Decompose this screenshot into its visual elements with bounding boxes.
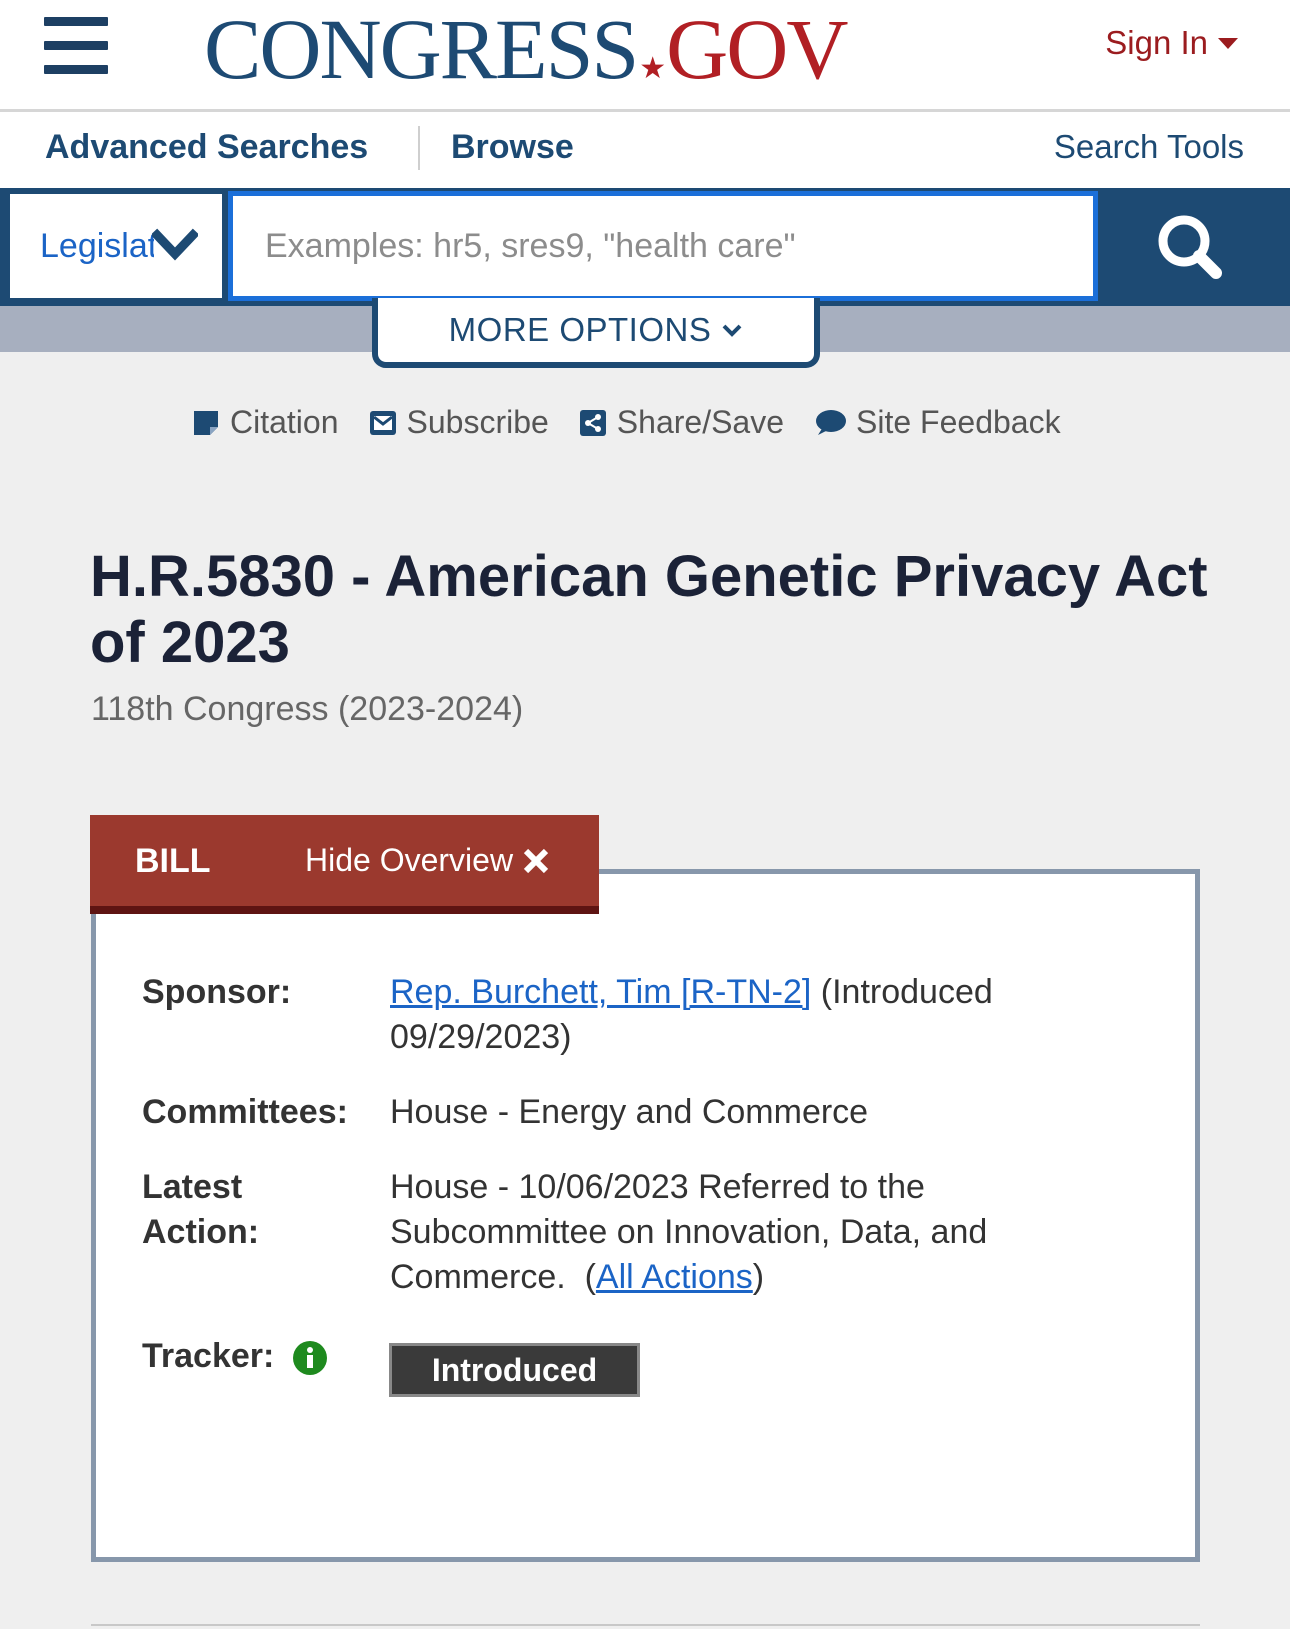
all-actions-link[interactable]: All Actions: [596, 1258, 753, 1296]
hide-overview-label: Hide Overview: [305, 842, 514, 878]
menu-icon[interactable]: [44, 17, 108, 74]
congress-session: 118th Congress (2023-2024): [91, 690, 524, 728]
committees-label: Committees:: [142, 1093, 348, 1131]
share-icon: [579, 409, 606, 436]
share-save-label: Share/Save: [616, 404, 785, 440]
citation-link[interactable]: Citation: [192, 404, 339, 441]
citation-label: Citation: [230, 404, 339, 440]
logo-star-icon: ★: [639, 52, 666, 85]
tracker-status-badge: Introduced: [389, 1343, 640, 1397]
envelope-icon: [369, 410, 396, 435]
utility-links: Citation Subscribe Share/Save Site Feedb…: [192, 404, 1061, 441]
section-divider: [91, 1624, 1200, 1626]
subscribe-link[interactable]: Subscribe: [369, 404, 549, 441]
close-icon: [523, 848, 549, 873]
search-icon[interactable]: [1140, 202, 1240, 292]
secondary-nav: Advanced Searches Browse Search Tools: [0, 112, 1290, 188]
sponsor-label: Sponsor:: [142, 973, 292, 1011]
logo-gov-text: GOV: [666, 1, 848, 97]
sponsor-link[interactable]: Rep. Burchett, Tim [R-TN-2]: [390, 973, 811, 1011]
speech-bubble-icon: [816, 409, 847, 435]
site-feedback-label: Site Feedback: [856, 404, 1061, 440]
tracker-label-wrap: Tracker:: [142, 1334, 382, 1379]
overview-tab: BILL Hide Overview: [90, 815, 599, 914]
site-logo[interactable]: CONGRESS ★ GOV: [204, 1, 848, 97]
search-scope-value: Legislation: [40, 226, 154, 265]
tracker-label: Tracker:: [142, 1337, 275, 1375]
caret-down-icon: [1218, 37, 1238, 49]
sign-in-button[interactable]: Sign In: [1105, 24, 1238, 62]
committees-value: House - Energy and Commerce: [390, 1093, 869, 1131]
nav-divider: [418, 126, 420, 170]
sponsor-value: Rep. Burchett, Tim [R-TN-2] (Introduced …: [390, 970, 1050, 1060]
sign-in-label: Sign In: [1105, 24, 1208, 61]
latest-action-value: House - 10/06/2023 Referred to the Subco…: [390, 1165, 1050, 1300]
subscribe-label: Subscribe: [406, 404, 549, 440]
latest-action-label: Latest Action:: [142, 1168, 260, 1251]
bill-tab-label: BILL: [135, 842, 211, 880]
chevron-down-icon: [722, 324, 742, 337]
site-header: CONGRESS ★ GOV Sign In: [0, 0, 1290, 112]
share-save-link[interactable]: Share/Save: [579, 404, 784, 441]
browse-link[interactable]: Browse: [451, 128, 574, 167]
chevron-down-icon: [152, 228, 198, 261]
search-input-box[interactable]: [228, 191, 1098, 301]
search-input[interactable]: [265, 226, 1093, 266]
search-scope-select[interactable]: Legislation: [10, 194, 222, 298]
more-options-label: MORE OPTIONS: [448, 311, 712, 348]
search-tools-link[interactable]: Search Tools: [1054, 128, 1244, 166]
info-icon[interactable]: [292, 1340, 328, 1376]
hide-overview-button[interactable]: Hide Overview: [305, 842, 549, 879]
latest-action-close: ): [752, 1258, 765, 1296]
more-options-button[interactable]: MORE OPTIONS: [372, 298, 820, 368]
page-title: H.R.5830 - American Genetic Privacy Act …: [90, 544, 1208, 675]
citation-icon: [194, 410, 218, 435]
site-feedback-link[interactable]: Site Feedback: [814, 404, 1061, 441]
advanced-searches-link[interactable]: Advanced Searches: [45, 128, 368, 167]
logo-congress-text: CONGRESS: [204, 1, 639, 97]
